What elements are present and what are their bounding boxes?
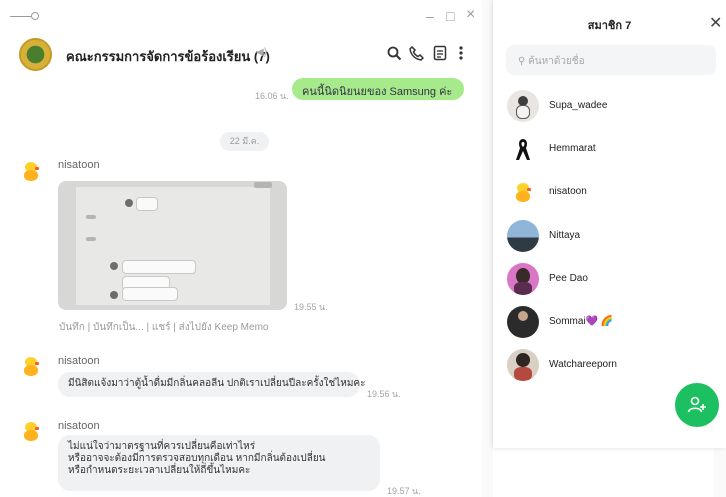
member-item[interactable]: Hemmarat	[507, 131, 719, 167]
chat-header: คณะกรรมการจัดการข้อร้องเรียน (7) ◀)	[0, 34, 484, 74]
sender-avatar[interactable]	[22, 421, 40, 441]
sender-name: nisatoon	[58, 159, 100, 171]
group-title[interactable]: คณะกรรมการจัดการข้อร้องเรียน (7)	[66, 46, 270, 67]
more-icon[interactable]	[458, 45, 464, 61]
search-placeholder: ค้นหาด้วยชื่อ	[528, 56, 585, 67]
message-bubble[interactable]: ไม่แน่ใจว่ามาตรฐานที่ควรเปลี่ยนคือเท่าไห…	[58, 435, 380, 491]
member-item[interactable]: Sommai💜 🌈	[507, 304, 719, 340]
member-avatar	[507, 90, 539, 122]
message-time: 16.06 น.	[255, 91, 289, 101]
add-member-icon	[687, 396, 706, 413]
title-bar: – □ ×	[0, 0, 484, 34]
pin-icon-knob[interactable]	[31, 12, 39, 20]
members-panel: สมาชิก 7 ✕ ⚲ ค้นหาด้วยชื่อ Supa_wadee He…	[493, 0, 726, 448]
background-window-edge	[482, 0, 493, 497]
member-avatar	[507, 220, 539, 252]
members-title: สมาชิก 7	[587, 20, 632, 32]
member-item[interactable]: Watchareeporn	[507, 347, 719, 383]
minimize-button[interactable]: –	[426, 8, 434, 24]
member-avatar	[507, 263, 539, 295]
member-name: Watchareeporn	[549, 359, 617, 370]
message-time: 19.57 น.	[387, 486, 421, 496]
close-panel-button[interactable]: ✕	[709, 13, 722, 33]
member-name: Hemmarat	[549, 143, 596, 154]
member-name: nisatoon	[549, 186, 587, 197]
close-window-button[interactable]: ×	[466, 7, 475, 23]
sender-name: nisatoon	[58, 355, 100, 367]
maximize-button[interactable]: □	[446, 8, 454, 24]
member-avatar	[507, 176, 539, 208]
search-icon[interactable]	[387, 46, 402, 61]
sender-avatar[interactable]	[22, 356, 40, 376]
member-name: Nittaya	[549, 230, 581, 241]
photo-attachment[interactable]	[58, 181, 287, 310]
message-line: ไม่แน่ใจว่ามาตรฐานที่ควรเปลี่ยนคือเท่าไห…	[68, 441, 256, 452]
message-bubble[interactable]: มีนิสิตแจ้งมาว่าตู้น้ำดื่มมีกลิ่นคลอลีน …	[58, 372, 365, 397]
member-item[interactable]: nisatoon	[507, 174, 719, 210]
member-item[interactable]: Pee Dao	[507, 261, 719, 297]
member-item[interactable]: Supa_wadee	[507, 88, 719, 124]
message-time: 19.56 น.	[367, 389, 401, 399]
member-name: Supa_wadee	[549, 100, 608, 111]
message-list[interactable]: คนนี้นิดนิยนยของ Samsung ค่ะ 16.06 น. 22…	[0, 74, 484, 497]
pin-icon[interactable]	[10, 16, 32, 17]
notes-icon[interactable]	[433, 45, 447, 61]
group-avatar[interactable]	[19, 38, 52, 71]
speaker-muted-icon: ◀)	[256, 47, 268, 58]
sender-avatar[interactable]	[22, 161, 40, 181]
member-name: Sommai💜 🌈	[549, 316, 614, 327]
phone-icon[interactable]	[409, 46, 424, 61]
message-line: หรือกำหนดระยะเวลาเปลี่ยนให้ถี่ขึ้นไหมคะ	[68, 465, 251, 476]
chat-window: – □ × คณะกรรมการจัดการข้อร้องเรียน (7) ◀…	[0, 0, 484, 497]
sender-name: nisatoon	[58, 420, 100, 432]
search-icon: ⚲	[518, 56, 529, 67]
add-member-button[interactable]	[675, 383, 719, 427]
member-avatar	[507, 349, 539, 381]
member-name: Pee Dao	[549, 273, 588, 284]
member-item[interactable]: Nittaya	[507, 218, 719, 254]
background-window-edge	[714, 448, 726, 497]
message-time: 19.55 น.	[294, 302, 328, 312]
member-search-input[interactable]: ⚲ ค้นหาด้วยชื่อ	[506, 45, 716, 75]
ribbon-icon	[507, 133, 539, 165]
my-message-bubble[interactable]: คนนี้นิดนิยนยของ Samsung ค่ะ	[292, 78, 464, 100]
image-actions[interactable]: บันทึก | บันทึกเป็น... | แชร์ | ส่งไปยัง…	[59, 320, 268, 335]
date-divider: 22 มี.ค.	[220, 132, 269, 151]
message-line: หรืออาจจะต้องมีการตรวจสอบทุกเดือน หากมีก…	[68, 453, 326, 464]
member-avatar	[507, 306, 539, 338]
